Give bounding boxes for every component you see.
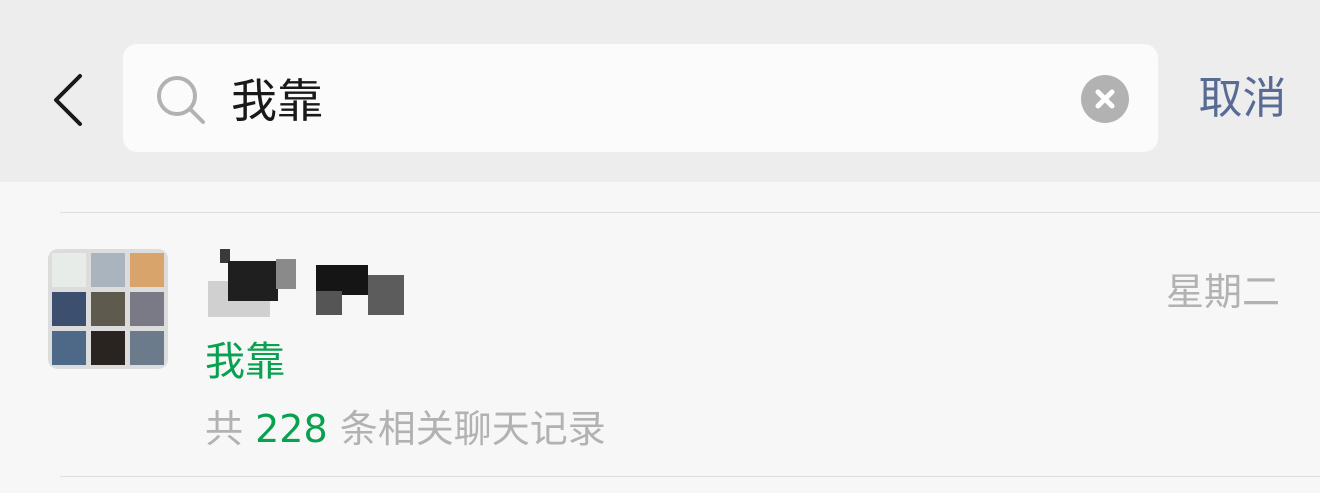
avatar-tile bbox=[91, 292, 125, 326]
avatar-tile bbox=[91, 331, 125, 365]
match-summary: 共 228 条相关聊天记录 bbox=[205, 398, 606, 453]
avatar-tile bbox=[52, 253, 86, 287]
search-results: 星期二 我靠 共 228 条相关聊天记录 bbox=[0, 182, 1320, 493]
timestamp: 星期二 bbox=[1165, 270, 1280, 314]
matched-text: 我靠 bbox=[205, 339, 285, 385]
avatar-tile bbox=[130, 331, 164, 365]
divider bbox=[60, 476, 1320, 477]
avatar-tile bbox=[130, 253, 164, 287]
summary-suffix: 条相关聊天记录 bbox=[339, 407, 606, 451]
search-header: 取消 bbox=[0, 0, 1320, 182]
avatar-tile bbox=[52, 331, 86, 365]
group-avatar bbox=[48, 249, 168, 369]
chat-name-pixelated bbox=[208, 249, 408, 319]
search-box[interactable] bbox=[123, 44, 1158, 152]
summary-prefix: 共 bbox=[205, 407, 244, 451]
result-row[interactable]: 星期二 我靠 共 228 条相关聊天记录 bbox=[0, 213, 1320, 476]
clear-button[interactable] bbox=[1081, 75, 1129, 123]
chevron-left-icon bbox=[54, 74, 82, 126]
back-button[interactable] bbox=[40, 70, 100, 130]
clear-icon bbox=[1095, 89, 1115, 109]
search-input[interactable] bbox=[231, 62, 1061, 134]
search-icon bbox=[157, 76, 205, 124]
avatar-tile bbox=[130, 292, 164, 326]
avatar-tile bbox=[91, 253, 125, 287]
match-count: 228 bbox=[255, 407, 328, 451]
avatar-tile bbox=[52, 292, 86, 326]
cancel-button[interactable]: 取消 bbox=[1180, 66, 1305, 132]
